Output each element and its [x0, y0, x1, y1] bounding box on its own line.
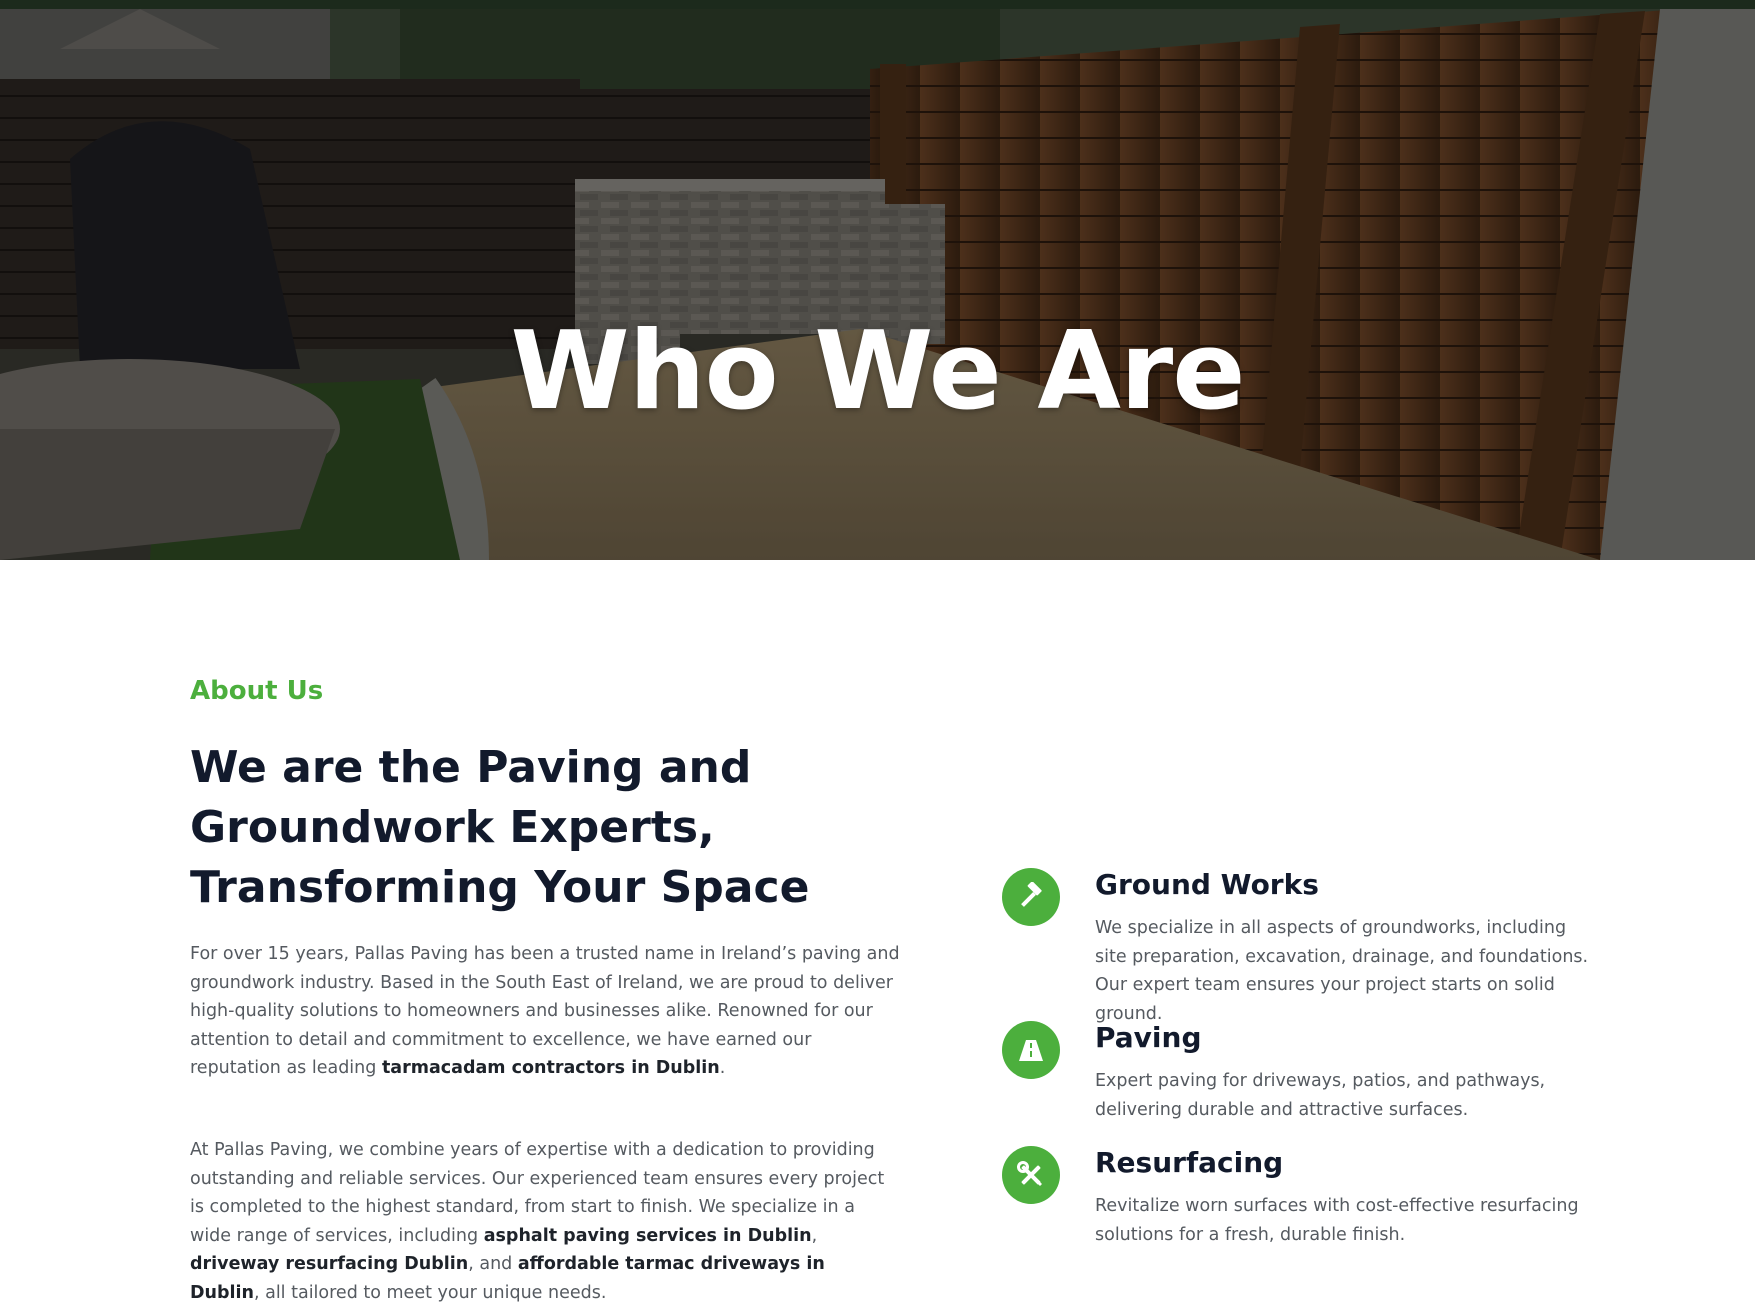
service-title: Ground Works — [1095, 868, 1319, 901]
hammer-icon — [1002, 868, 1060, 926]
service-description: Expert paving for driveways, patios, and… — [1095, 1071, 1546, 1120]
separator: , and — [468, 1254, 518, 1275]
hero-background-photo — [0, 9, 1755, 560]
about-paragraph-2: At Pallas Paving, we combine years of ex… — [190, 1136, 900, 1308]
tools-icon — [1002, 1146, 1060, 1204]
service-description: Revitalize worn surfaces with cost-effec… — [1095, 1196, 1579, 1245]
service-title: Resurfacing — [1095, 1146, 1284, 1179]
driveway-resurfacing-link[interactable]: driveway resurfacing Dublin — [190, 1254, 468, 1274]
tarmacadam-contractors-link[interactable]: tarmacadam contractors in Dublin — [382, 1058, 720, 1078]
service-title: Paving — [1095, 1021, 1202, 1054]
asphalt-paving-link[interactable]: asphalt paving services in Dublin — [484, 1226, 812, 1246]
separator: , — [811, 1225, 818, 1246]
service-description: We specialize in all aspects of groundwo… — [1095, 918, 1589, 1024]
top-bar — [0, 0, 1755, 9]
hero-banner: Who We Are — [0, 9, 1755, 560]
paragraph-end: , all tailored to meet your unique needs… — [253, 1282, 607, 1303]
about-section: About Us We are the Paving and Groundwor… — [0, 560, 1755, 1310]
paragraph-end: . — [719, 1058, 726, 1079]
section-eyebrow: About Us — [190, 676, 324, 706]
about-paragraph-1: For over 15 years, Pallas Paving has bee… — [190, 940, 900, 1083]
hero-title: Who We Are — [510, 309, 1245, 434]
road-icon — [1002, 1021, 1060, 1079]
section-headline: We are the Paving and Groundwork Experts… — [190, 742, 810, 913]
